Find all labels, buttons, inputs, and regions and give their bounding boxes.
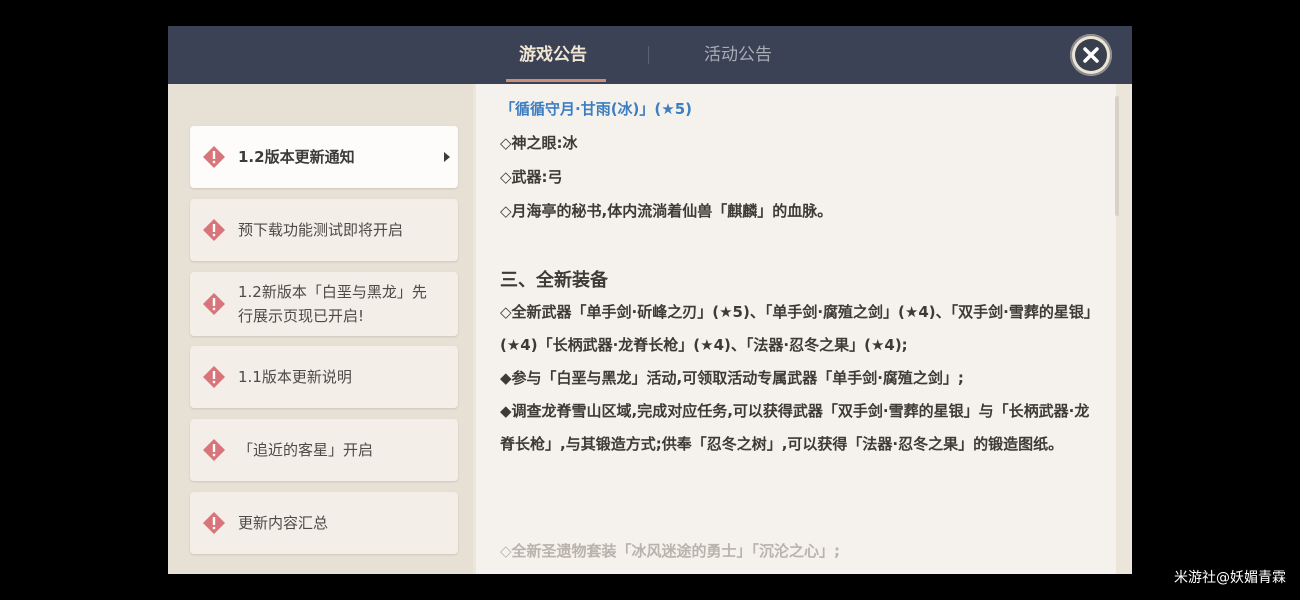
artifact-set-line: ◇全新圣遗物套装「冰风迷途的勇士」「沉沦之心」; [500, 542, 841, 560]
list-item-label: 1.1版本更新说明 [238, 368, 352, 386]
warning-diamond-icon [203, 439, 225, 461]
list-item-label: 预下载功能测试即将开启 [238, 221, 404, 239]
list-item-label: 更新内容汇总 [238, 514, 329, 532]
vision-line: ◇神之眼:冰 [500, 134, 578, 152]
list-item-update-summary[interactable]: 更新内容汇总 [190, 492, 458, 554]
weapon-line: ◇武器:弓 [500, 168, 563, 186]
list-item-predownload-test[interactable]: 预下载功能测试即将开启 [190, 199, 458, 261]
section-heading: 三、全新装备 [500, 270, 608, 291]
character-title: 「循循守月·甘雨(冰)」(★5) [500, 100, 693, 118]
tab-event-announcement[interactable]: 活动公告 [668, 26, 808, 84]
list-item-label: 1.2版本更新通知 [238, 148, 355, 166]
warning-diamond-icon [203, 512, 225, 534]
list-item-1-2-preview-page[interactable]: 1.2新版本「白垩与黑龙」先行展示页现已开启! [190, 272, 458, 336]
list-item-approaching-star[interactable]: 「追近的客星」开启 [190, 419, 458, 481]
active-tab-indicator [506, 79, 606, 82]
tab-divider [648, 46, 649, 64]
event-weapon-paragraph: ◆参与「白垩与黑龙」活动,可领取活动专属武器「单手剑·腐殖之剑」; [500, 369, 964, 387]
announcement-window: 游戏公告 活动公告 1.2版本更新通知 预下载功能测试即将开启 1.2新版本「白… [168, 26, 1132, 574]
list-item-1-1-update-notes[interactable]: 1.1版本更新说明 [190, 346, 458, 408]
warning-diamond-icon [203, 366, 225, 388]
content-scrollbar[interactable] [1115, 96, 1119, 216]
list-item-label: 「追近的客星」开启 [238, 441, 374, 459]
warning-diamond-icon [203, 293, 225, 315]
dragonspine-paragraph: ◆调查龙脊雪山区域,完成对应任务,可以获得武器「双手剑·雪葬的星银」与「长柄武器… [500, 402, 1090, 453]
announcement-content[interactable]: 「循循守月·甘雨(冰)」(★5) ◇神之眼:冰 ◇武器:弓 ◇月海亭的秘书,体内… [476, 84, 1116, 574]
close-icon [1075, 39, 1107, 71]
close-button[interactable] [1070, 34, 1112, 76]
new-weapons-paragraph: ◇全新武器「单手剑·斫峰之刃」(★5)、「单手剑·腐殖之剑」(★4)、「双手剑·… [500, 303, 1099, 354]
description-line: ◇月海亭的秘书,体内流淌着仙兽「麒麟」的血脉。 [500, 202, 833, 220]
announcement-list: 1.2版本更新通知 预下载功能测试即将开启 1.2新版本「白垩与黑龙」先行展示页… [168, 84, 473, 574]
list-item-1-2-update-notice[interactable]: 1.2版本更新通知 [190, 126, 458, 188]
watermark: 米游社@妖媚青霖 [1174, 570, 1286, 586]
chevron-right-icon [444, 152, 450, 162]
list-item-label: 1.2新版本「白垩与黑龙」先行展示页现已开启! [238, 283, 427, 325]
tab-game-announcement[interactable]: 游戏公告 [498, 26, 608, 84]
warning-diamond-icon [203, 146, 225, 168]
warning-diamond-icon [203, 219, 225, 241]
header-bar: 游戏公告 活动公告 [168, 26, 1132, 84]
